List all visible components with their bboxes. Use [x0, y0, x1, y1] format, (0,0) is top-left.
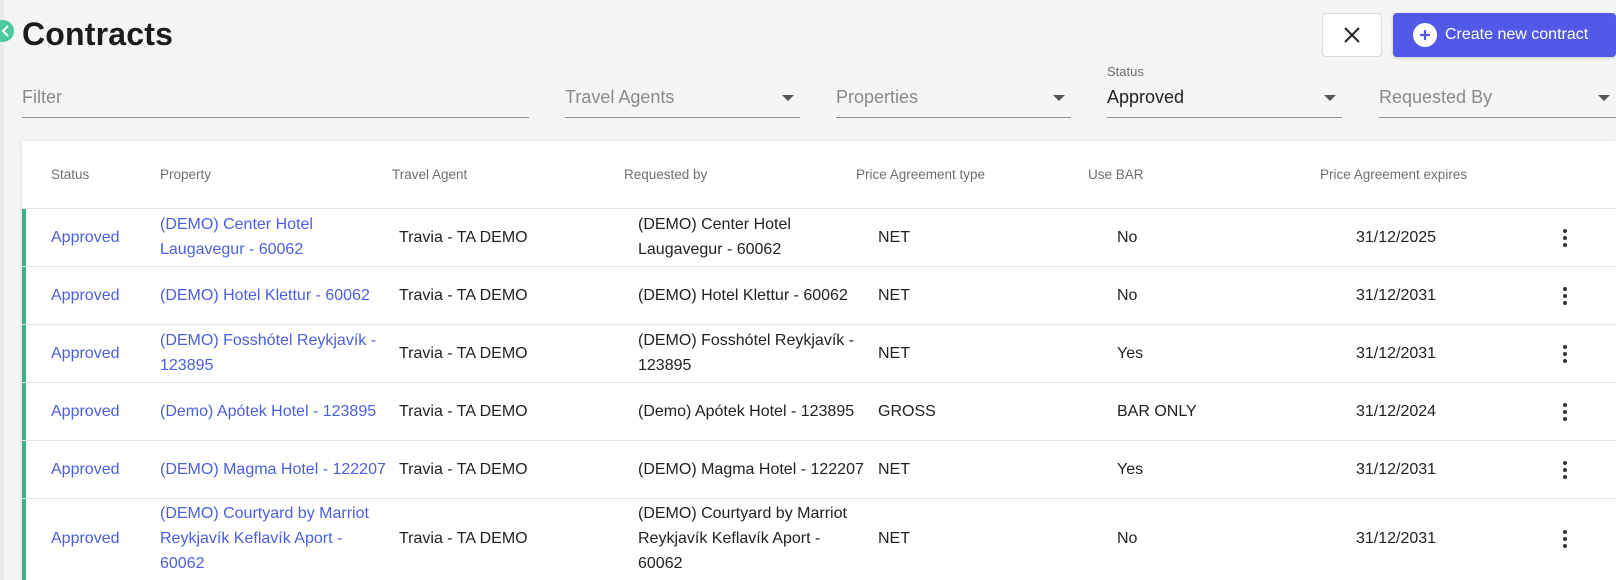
row-travel-agent: Travia - TA DEMO	[399, 287, 528, 304]
row-status[interactable]: Approved	[51, 225, 120, 250]
row-travel-agent: Travia - TA DEMO	[399, 461, 528, 478]
row-requested-by: (Demo) Apótek Hotel - 123895	[638, 403, 855, 420]
caret-down-icon	[782, 95, 794, 101]
row-property[interactable]: (DEMO) Courtyard by Marriot Reykjavík Ke…	[160, 501, 369, 576]
status-select-label: Status	[1107, 64, 1144, 79]
row-use-bar: BAR ONLY	[1117, 403, 1197, 420]
more-vert-icon[interactable]	[1553, 400, 1577, 424]
row-property[interactable]: (DEMO) Magma Hotel - 122207	[160, 457, 386, 482]
caret-down-icon	[1324, 95, 1336, 101]
row-status-bar	[22, 209, 26, 266]
back-button[interactable]	[0, 20, 14, 42]
row-agreement-type: NET	[878, 287, 910, 304]
requested-by-placeholder: Requested By	[1379, 87, 1493, 107]
row-status-bar	[22, 499, 26, 580]
row-status[interactable]: Approved	[51, 341, 120, 366]
row-agreement-type: NET	[878, 461, 910, 478]
row-expires: 31/12/2025	[1356, 229, 1437, 246]
more-vert-icon[interactable]	[1553, 342, 1577, 366]
filter-input[interactable]: Filter	[22, 62, 529, 118]
row-property[interactable]: (DEMO) Fosshótel Reykjavík - 123895	[160, 328, 376, 378]
contracts-table: Status Property Travel Agent Requested b…	[22, 141, 1616, 580]
table-row[interactable]: Approved (DEMO) Magma Hotel - 122207 Tra…	[22, 441, 1616, 499]
row-travel-agent: Travia - TA DEMO	[399, 530, 528, 547]
row-use-bar: Yes	[1117, 461, 1144, 478]
travel-agents-select[interactable]: Travel Agents	[565, 62, 800, 118]
row-expires: 31/12/2031	[1356, 530, 1437, 547]
row-status[interactable]: Approved	[51, 526, 120, 551]
row-use-bar: No	[1117, 287, 1138, 304]
column-header-property[interactable]: Property	[160, 167, 211, 182]
row-status-bar	[22, 267, 26, 324]
column-header-requested-by[interactable]: Requested by	[624, 167, 707, 182]
row-requested-by: (DEMO) Magma Hotel - 122207	[638, 461, 864, 478]
create-contract-button[interactable]: Create new contract	[1393, 13, 1616, 57]
row-property[interactable]: (DEMO) Hotel Klettur - 60062	[160, 283, 370, 308]
status-select-value: Approved	[1107, 87, 1185, 107]
properties-placeholder: Properties	[836, 87, 919, 107]
close-button[interactable]	[1322, 13, 1382, 57]
column-header-price-agreement-type[interactable]: Price Agreement type	[856, 167, 985, 182]
row-use-bar: No	[1117, 530, 1138, 547]
create-contract-label: Create new contract	[1445, 26, 1589, 43]
row-status-bar	[22, 325, 26, 382]
requested-by-select[interactable]: Requested By	[1379, 62, 1616, 118]
table-row[interactable]: Approved (Demo) Apótek Hotel - 123895 Tr…	[22, 383, 1616, 441]
row-status[interactable]: Approved	[51, 457, 120, 482]
row-expires: 31/12/2031	[1356, 461, 1437, 478]
row-agreement-type: NET	[878, 229, 910, 246]
column-header-travel-agent[interactable]: Travel Agent	[392, 167, 467, 182]
row-travel-agent: Travia - TA DEMO	[399, 403, 528, 420]
table-row[interactable]: Approved (DEMO) Hotel Klettur - 60062 Tr…	[22, 267, 1616, 325]
row-travel-agent: Travia - TA DEMO	[399, 229, 528, 246]
column-header-status[interactable]: Status	[51, 167, 89, 182]
row-agreement-type: GROSS	[878, 403, 936, 420]
row-expires: 31/12/2024	[1356, 403, 1437, 420]
row-use-bar: Yes	[1117, 345, 1144, 362]
plus-circle-icon	[1413, 23, 1437, 47]
row-use-bar: No	[1117, 229, 1138, 246]
status-select[interactable]: Status Approved	[1107, 62, 1342, 118]
row-status[interactable]: Approved	[51, 283, 120, 308]
row-expires: 31/12/2031	[1356, 345, 1437, 362]
row-requested-by: (DEMO) Courtyard by Marriot Reykjavík Ke…	[638, 505, 847, 572]
left-rail	[0, 0, 4, 580]
row-agreement-type: NET	[878, 530, 910, 547]
close-icon	[1344, 27, 1360, 43]
table-row[interactable]: Approved (DEMO) Center Hotel Laugavegur …	[22, 209, 1616, 267]
more-vert-icon[interactable]	[1553, 284, 1577, 308]
table-row[interactable]: Approved (DEMO) Fosshótel Reykjavík - 12…	[22, 325, 1616, 383]
caret-down-icon	[1598, 95, 1610, 101]
row-requested-by: (DEMO) Fosshótel Reykjavík - 123895	[638, 332, 855, 374]
row-status-bar	[22, 441, 26, 498]
row-property[interactable]: (DEMO) Center Hotel Laugavegur - 60062	[160, 212, 313, 262]
properties-select[interactable]: Properties	[836, 62, 1071, 118]
column-header-price-agreement-expires[interactable]: Price Agreement expires	[1320, 167, 1467, 182]
caret-down-icon	[1053, 95, 1065, 101]
chevron-left-icon	[1, 25, 9, 37]
row-requested-by: (DEMO) Hotel Klettur - 60062	[638, 287, 848, 304]
filter-placeholder: Filter	[22, 87, 62, 107]
more-vert-icon[interactable]	[1553, 527, 1577, 551]
more-vert-icon[interactable]	[1553, 458, 1577, 482]
row-expires: 31/12/2031	[1356, 287, 1437, 304]
table-row[interactable]: Approved (DEMO) Courtyard by Marriot Rey…	[22, 499, 1616, 580]
row-property[interactable]: (Demo) Apótek Hotel - 123895	[160, 399, 376, 424]
row-requested-by: (DEMO) Center Hotel Laugavegur - 60062	[638, 216, 791, 258]
row-agreement-type: NET	[878, 345, 910, 362]
column-header-use-bar[interactable]: Use BAR	[1088, 167, 1144, 182]
row-status[interactable]: Approved	[51, 399, 120, 424]
travel-agents-placeholder: Travel Agents	[565, 87, 675, 107]
more-vert-icon[interactable]	[1553, 226, 1577, 250]
page-title: Contracts	[22, 16, 174, 52]
row-travel-agent: Travia - TA DEMO	[399, 345, 528, 362]
row-status-bar	[22, 383, 26, 440]
